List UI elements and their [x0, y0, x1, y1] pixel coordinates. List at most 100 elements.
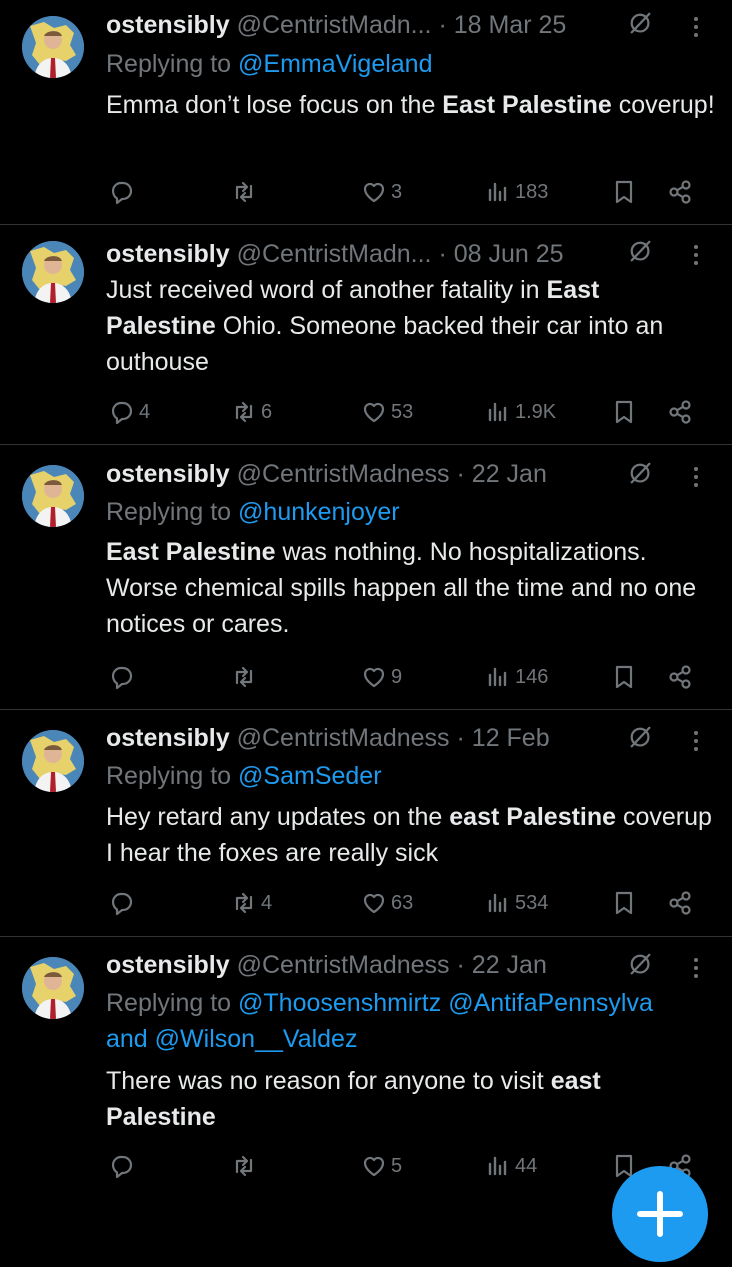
repost-count: 6 [261, 400, 273, 423]
more-icon[interactable] [686, 13, 706, 43]
like-button[interactable]: 53 [360, 395, 413, 429]
tweet-2[interactable]: ostensibly @CentristMadn... · 08 Jun 25 … [0, 225, 732, 445]
like-button[interactable]: 5 [360, 1149, 402, 1183]
mention-link[interactable]: @Wilson__Valdez [155, 1025, 358, 1053]
views-icon [484, 663, 512, 691]
replying-label: Replying to [106, 762, 239, 790]
more-icon[interactable] [686, 241, 706, 271]
like-button[interactable]: 3 [360, 175, 402, 209]
tweet-1[interactable]: ostensibly @CentristMadn... · 18 Mar 25 … [0, 0, 732, 225]
like-count: 9 [391, 665, 403, 688]
mention-link[interactable]: @EmmaVigeland [238, 50, 432, 78]
user-handle[interactable]: @CentristMadness [237, 460, 450, 488]
avatar[interactable] [22, 241, 84, 303]
timestamp[interactable]: · 12 Feb [457, 724, 550, 752]
views-button[interactable]: 183 [484, 175, 548, 209]
like-button[interactable]: 9 [360, 660, 402, 694]
avatar-image [22, 465, 84, 527]
grok-icon[interactable] [628, 725, 654, 751]
user-handle[interactable]: @CentristMadness [237, 724, 450, 752]
user-handle[interactable]: @CentristMadn... [237, 11, 432, 39]
views-button[interactable]: 534 [484, 886, 548, 920]
like-count: 63 [391, 891, 414, 914]
timestamp[interactable]: · 22 Jan [457, 460, 547, 488]
bookmark-button[interactable] [610, 175, 638, 209]
repost-button[interactable]: 4 [230, 886, 272, 920]
mention-link[interactable]: @SamSeder [238, 762, 382, 790]
reply-button[interactable] [108, 1149, 139, 1183]
replying-label: Replying to [106, 989, 239, 1017]
timestamp[interactable]: · 08 Jun 25 [438, 240, 563, 268]
views-icon [484, 1152, 512, 1180]
more-icon[interactable] [686, 463, 706, 493]
grok-icon[interactable] [628, 952, 654, 978]
highlighted-term: East Palestine [442, 91, 612, 119]
timestamp[interactable]: · 18 Mar 25 [438, 11, 566, 39]
user-handle[interactable]: @CentristMadness [237, 951, 450, 979]
like-count: 3 [391, 180, 403, 203]
views-count: 534 [515, 891, 549, 914]
views-count: 146 [515, 665, 549, 688]
repost-button[interactable]: 6 [230, 395, 272, 429]
grok-icon[interactable] [628, 239, 654, 265]
user-handle[interactable]: @CentristMadn... [237, 240, 432, 268]
display-name[interactable]: ostensibly [106, 460, 230, 488]
highlighted-term: East Palestine [106, 538, 276, 566]
share-button[interactable] [666, 886, 694, 920]
highlighted-term: east Palestine [106, 1067, 601, 1131]
display-name[interactable]: ostensibly [106, 724, 230, 752]
views-button[interactable]: 146 [484, 660, 548, 694]
reply-button[interactable] [108, 886, 139, 920]
share-icon [666, 663, 694, 691]
tweet-header: ostensibly @CentristMadness · 22 Jan [106, 950, 547, 980]
repost-icon [230, 398, 258, 426]
avatar-image [22, 957, 84, 1019]
tweet-body: There was no reason for anyone to visit … [106, 1067, 601, 1131]
compose-button[interactable] [612, 1166, 708, 1262]
repost-button[interactable] [230, 1149, 261, 1183]
reply-icon [108, 178, 136, 206]
timestamp[interactable]: · 22 Jan [457, 951, 547, 979]
bookmark-icon [610, 178, 638, 206]
repost-button[interactable] [230, 175, 261, 209]
avatar[interactable] [22, 465, 84, 527]
tweet-4[interactable]: ostensibly @CentristMadness · 12 Feb Rep… [0, 710, 732, 937]
mention-link[interactable]: @hunkenjoyer [238, 498, 400, 526]
avatar[interactable] [22, 957, 84, 1019]
replying-to: Replying to @hunkenjoyer [106, 494, 400, 530]
bookmark-icon [610, 889, 638, 917]
grok-icon[interactable] [628, 461, 654, 487]
bookmark-button[interactable] [610, 886, 638, 920]
tweet-header: ostensibly @CentristMadn... · 08 Jun 25 [106, 239, 564, 269]
repost-button[interactable] [230, 660, 261, 694]
avatar[interactable] [22, 16, 84, 78]
avatar-image [22, 16, 84, 78]
more-icon[interactable] [686, 954, 706, 984]
display-name[interactable]: ostensibly [106, 951, 230, 979]
replying-label: Replying to [106, 498, 239, 526]
avatar[interactable] [22, 730, 84, 792]
like-button[interactable]: 63 [360, 886, 413, 920]
views-button[interactable]: 44 [484, 1149, 537, 1183]
bookmark-button[interactable] [610, 660, 638, 694]
reply-button[interactable]: 4 [108, 395, 150, 429]
views-icon [484, 889, 512, 917]
reply-button[interactable] [108, 175, 139, 209]
avatar-image [22, 241, 84, 303]
reply-button[interactable] [108, 660, 139, 694]
bookmark-button[interactable] [610, 395, 638, 429]
heart-icon [360, 1152, 388, 1180]
tweet-5[interactable]: ostensibly @CentristMadness · 22 Jan Rep… [0, 937, 732, 1200]
tweet-3[interactable]: ostensibly @CentristMadness · 22 Jan Rep… [0, 445, 732, 710]
share-button[interactable] [666, 175, 694, 209]
views-button[interactable]: 1.9K [484, 395, 556, 429]
grok-icon[interactable] [628, 11, 654, 37]
more-icon[interactable] [686, 727, 706, 757]
display-name[interactable]: ostensibly [106, 11, 230, 39]
mention-link[interactable]: @Thoosenshmirtz @AntifaPennsylva [238, 989, 653, 1017]
share-button[interactable] [666, 395, 694, 429]
avatar-image [22, 730, 84, 792]
display-name[interactable]: ostensibly [106, 240, 230, 268]
share-button[interactable] [666, 660, 694, 694]
heart-icon [360, 663, 388, 691]
